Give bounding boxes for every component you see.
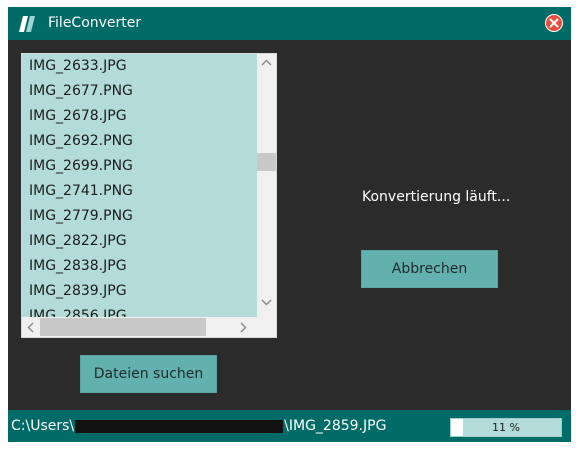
path-suffix: \IMG_2859.JPG <box>284 418 387 434</box>
vertical-scrollbar[interactable] <box>257 54 276 317</box>
window-title: FileConverter <box>48 15 142 31</box>
scroll-left-icon[interactable] <box>27 322 34 333</box>
title-bar[interactable]: FileConverter <box>8 7 571 40</box>
list-item[interactable]: IMG_2677.PNG <box>22 79 257 104</box>
conversion-status-text: Konvertierung läuft... <box>362 189 511 205</box>
close-button[interactable] <box>545 14 563 32</box>
list-item[interactable]: IMG_2856.JPG <box>22 304 257 317</box>
list-item[interactable]: IMG_2692.PNG <box>22 129 257 154</box>
cancel-button[interactable]: Abbrechen <box>361 250 498 288</box>
file-list-items: IMG_2633.JPG IMG_2677.PNG IMG_2678.JPG I… <box>22 54 257 317</box>
list-item[interactable]: IMG_2822.JPG <box>22 229 257 254</box>
list-item[interactable]: IMG_2678.JPG <box>22 104 257 129</box>
list-item[interactable]: IMG_2741.PNG <box>22 179 257 204</box>
list-item[interactable]: IMG_2839.JPG <box>22 279 257 304</box>
file-converter-window: FileConverter IMG_2633.JPG IMG_2677.PNG … <box>8 7 571 442</box>
horizontal-scrollbar[interactable] <box>22 317 257 337</box>
status-bar: C:\Users\ \IMG_2859.JPG 11 % <box>8 410 571 442</box>
close-icon <box>549 18 559 28</box>
conversion-progress-bar: 11 % <box>450 418 562 437</box>
scrollbar-corner <box>257 317 276 337</box>
scroll-up-icon[interactable] <box>261 59 272 66</box>
app-logo-icon <box>18 14 38 34</box>
scroll-right-icon[interactable] <box>240 322 247 333</box>
path-prefix: C:\Users\ <box>11 418 75 434</box>
list-item[interactable]: IMG_2633.JPG <box>22 54 257 79</box>
list-item[interactable]: IMG_2838.JPG <box>22 254 257 279</box>
redacted-path-segment <box>75 420 284 433</box>
scroll-down-icon[interactable] <box>261 299 272 306</box>
list-item[interactable]: IMG_2699.PNG <box>22 154 257 179</box>
progress-label: 11 % <box>492 421 520 434</box>
horizontal-scroll-thumb[interactable] <box>40 318 206 336</box>
search-files-button[interactable]: Dateien suchen <box>80 355 217 393</box>
list-item[interactable]: IMG_2779.PNG <box>22 204 257 229</box>
current-file-path: C:\Users\ \IMG_2859.JPG <box>11 418 386 435</box>
vertical-scroll-thumb[interactable] <box>257 153 276 171</box>
file-list[interactable]: IMG_2633.JPG IMG_2677.PNG IMG_2678.JPG I… <box>21 53 277 338</box>
